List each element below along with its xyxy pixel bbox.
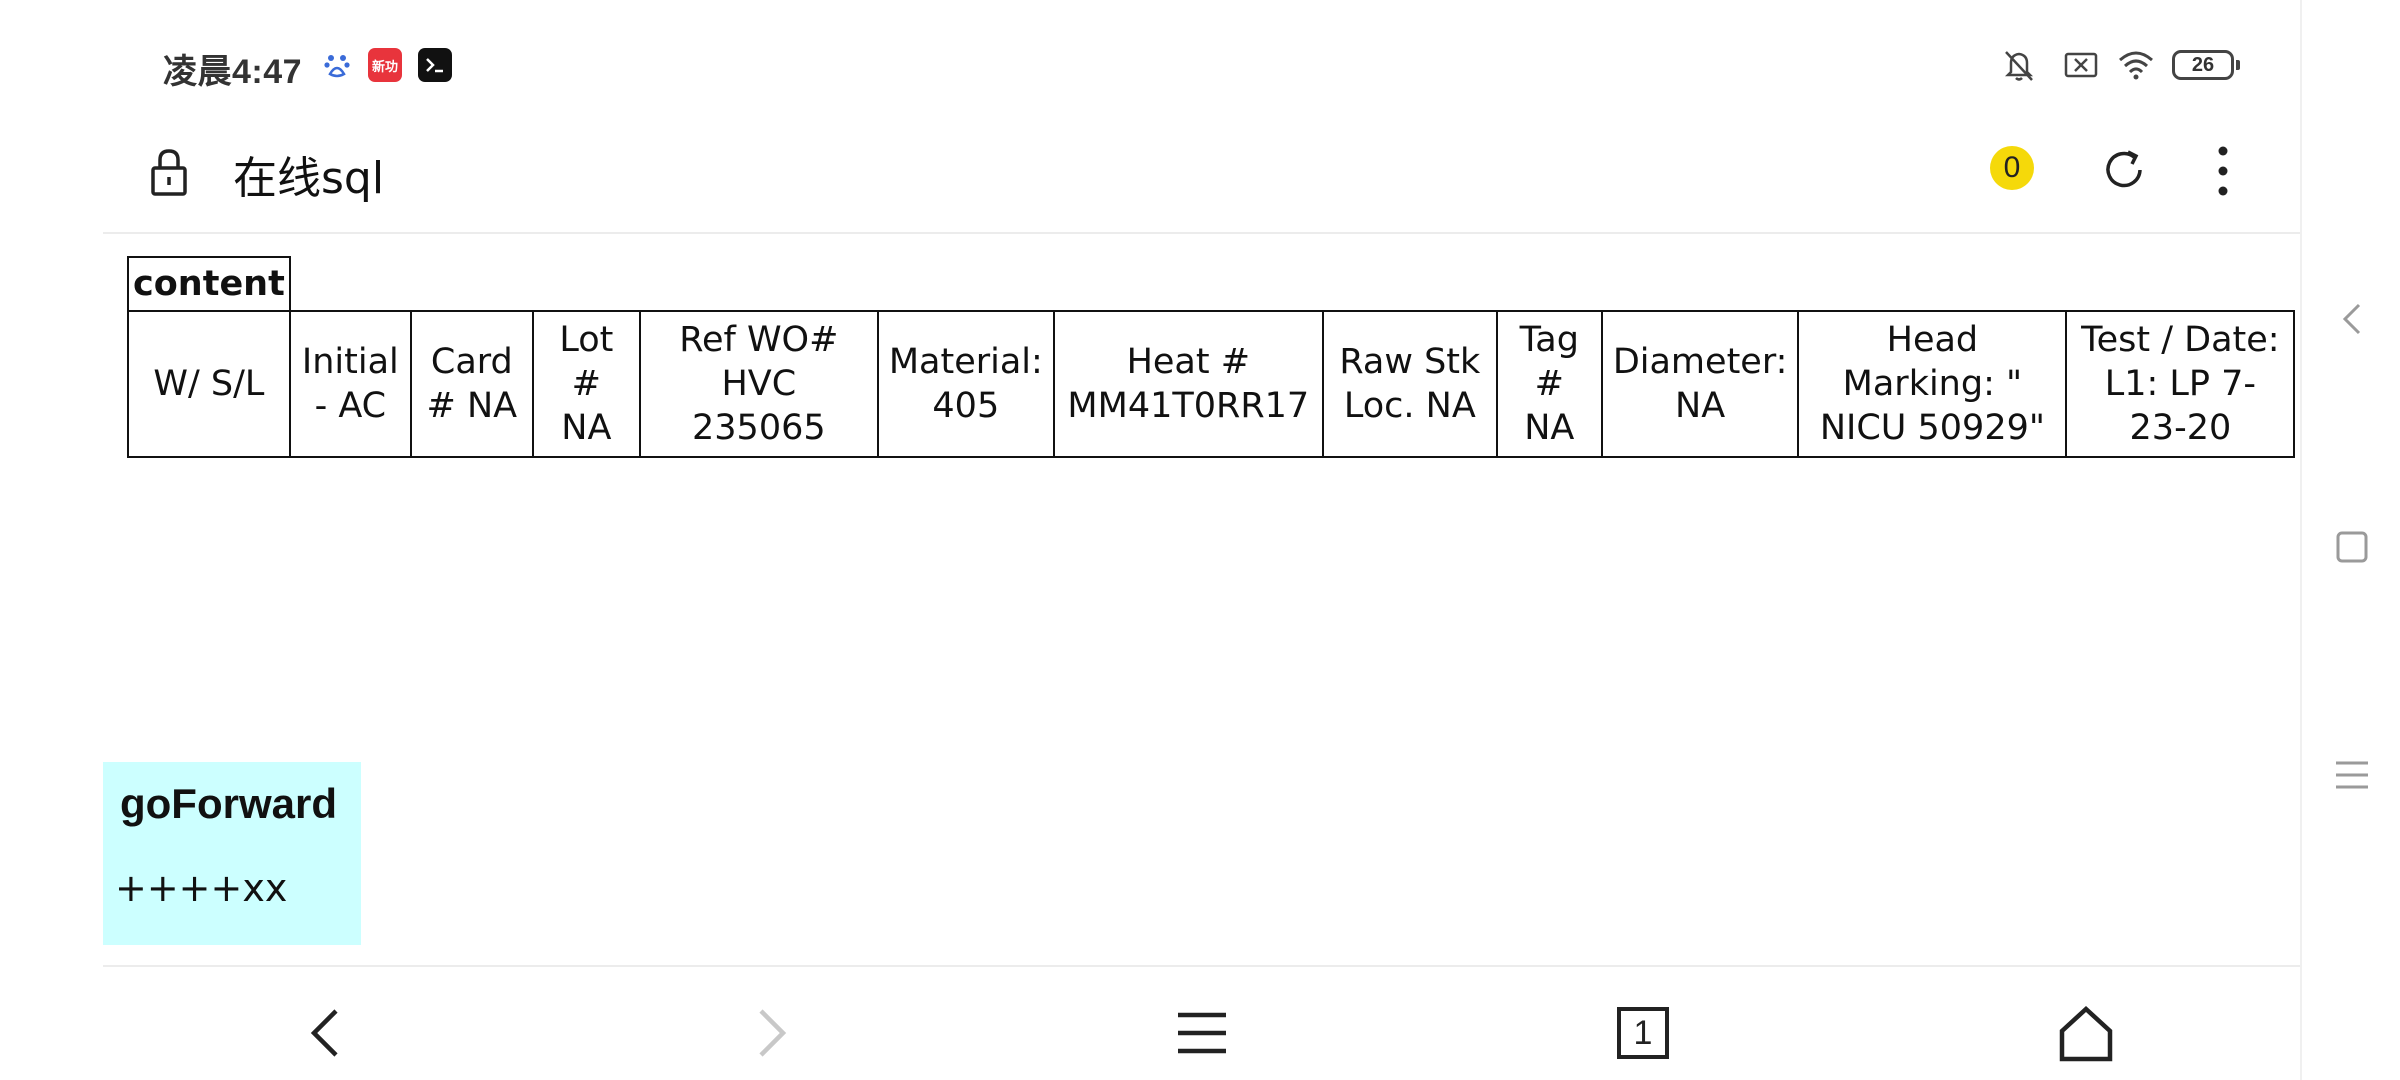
system-recents-icon[interactable]: [2332, 755, 2372, 795]
news-app-icon: 新功: [368, 48, 402, 82]
table-cell: Raw Stk Loc. NA: [1321, 310, 1498, 458]
back-icon[interactable]: [298, 1003, 358, 1063]
table-cell: Material: 405: [876, 310, 1055, 458]
baidu-paw-icon: [320, 48, 354, 82]
system-back-icon[interactable]: [2332, 299, 2372, 339]
table-row: W/ S/L Initial - AC Card # NA Lot # NA R…: [127, 310, 2296, 458]
system-home-icon[interactable]: [2332, 527, 2372, 567]
table-cell: Card # NA: [409, 310, 534, 458]
table-cell: Diameter: NA: [1600, 310, 1800, 458]
reload-icon[interactable]: [2098, 144, 2150, 196]
battery-icon: 26: [2172, 50, 2240, 80]
table-cell: Head Marking: " NICU 50929": [1797, 310, 2068, 458]
go-forward-title: goForward: [120, 780, 337, 827]
status-time: 凌晨4:47: [163, 53, 303, 91]
table-cell: W/ S/L: [127, 310, 291, 458]
page-title[interactable]: 在线sql: [233, 142, 384, 206]
go-forward-text: ++++xx: [115, 866, 288, 910]
table-cell: Ref WO# HVC 235065: [638, 310, 879, 458]
browser-toolbar: 在线sql 0: [103, 130, 2300, 234]
tabs-button[interactable]: 1: [1613, 1003, 1673, 1063]
content-table: content W/ S/L Initial - AC Card # NA Lo…: [127, 256, 2296, 458]
wifi-icon: [2119, 51, 2153, 80]
web-content: content W/ S/L Initial - AC Card # NA Lo…: [103, 232, 2300, 967]
table-cell: Initial - AC: [288, 310, 412, 458]
tab-count-badge[interactable]: 0: [1990, 146, 2034, 190]
edge-divider: [2300, 0, 2302, 1080]
table-cell: Lot # NA: [531, 310, 641, 458]
table-cell: Test / Date: L1: LP 7-23-20: [2065, 310, 2296, 458]
more-menu-icon[interactable]: [2213, 144, 2233, 198]
home-icon[interactable]: [2056, 1003, 2116, 1063]
mute-bell-icon: [2004, 51, 2034, 81]
terminal-app-icon: [418, 48, 452, 82]
sim-off-icon: [2064, 52, 2098, 78]
lock-icon[interactable]: [147, 146, 191, 200]
go-forward-panel[interactable]: goForward ++++xx: [103, 762, 361, 945]
menu-icon[interactable]: [1172, 1003, 1232, 1063]
browser-screen: 凌晨4:47 新功 26 在线sql 0 content W/ S/L Init…: [0, 0, 2400, 1080]
table-header: content: [127, 256, 291, 312]
table-cell: Tag # NA: [1495, 310, 1603, 458]
tabs-count: 1: [1633, 1014, 1653, 1052]
forward-icon[interactable]: [739, 1003, 799, 1063]
status-bar: 凌晨4:47 新功 26: [0, 0, 2300, 130]
bottom-navigation: 1: [103, 965, 2300, 1080]
table-cell: Heat # MM41T0RR17: [1052, 310, 1324, 458]
